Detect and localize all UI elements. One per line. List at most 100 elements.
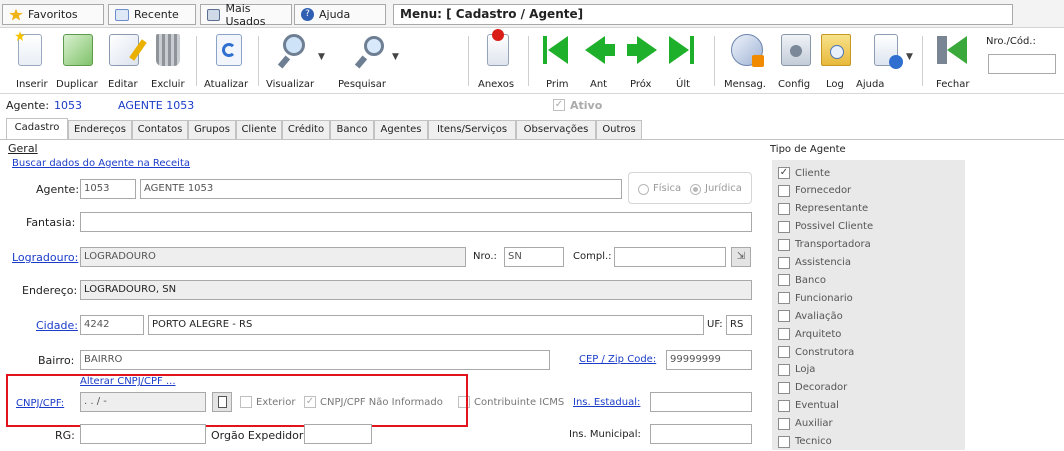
rg-input[interactable] [80,424,206,444]
orgao-expedidor-input[interactable] [304,424,372,444]
tab-favoritos[interactable]: Favoritos [2,4,104,25]
pesquisar-button[interactable]: ▼ Pesquisar [334,32,400,92]
tipo-agente-item[interactable]: Avaliação [778,307,843,325]
log-button[interactable]: Log [818,32,854,92]
agente-name-input[interactable]: AGENTE 1053 [140,179,622,199]
chevron-down-icon[interactable]: ▼ [906,52,913,62]
tipo-agente-item[interactable]: Tecnico [778,433,832,451]
tab-enderecos[interactable]: Endereços [68,120,132,139]
anexos-button[interactable]: Anexos [476,29,520,92]
ins-estadual-link[interactable]: Ins. Estadual: [573,397,640,408]
ativo-checkbox[interactable]: ✓ [553,99,565,111]
uf-input[interactable]: RS [726,315,752,335]
tipo-agente-label: Construtora [795,346,855,358]
tipo-agente-checkbox[interactable] [778,310,790,323]
bairro-input[interactable]: BAIRRO [80,350,550,370]
atualizar-button[interactable]: Atualizar [204,32,254,92]
fechar-label: Fechar [936,79,970,90]
ajuda-button[interactable]: ▼ Ajuda [856,32,916,92]
tipo-agente-checkbox[interactable] [778,202,790,215]
tab-ajuda[interactable]: ? Ajuda [294,4,386,25]
excluir-button[interactable]: Excluir [148,32,188,92]
cep-link[interactable]: CEP / Zip Code: [579,354,656,365]
buscar-receita-link[interactable]: Buscar dados do Agente na Receita [12,158,190,169]
duplicar-label: Duplicar [56,79,98,90]
logradouro-input[interactable]: LOGRADOURO [80,247,466,267]
tipo-agente-checkbox[interactable] [778,256,790,269]
tipo-agente-checkbox[interactable] [778,220,790,233]
ult-button[interactable]: Últ [666,32,702,92]
tab-recente[interactable]: Recente [108,4,196,25]
tipo-agente-item[interactable]: Arquiteto [778,325,841,343]
tipo-agente-item[interactable]: Auxiliar [778,415,833,433]
tipo-agente-checkbox[interactable] [778,417,790,430]
anexos-label: Anexos [478,79,515,90]
tipo-agente-item[interactable]: Loja [778,361,815,379]
nro-input[interactable]: SN [504,247,564,267]
cidade-link[interactable]: Cidade: [36,319,78,332]
tipo-agente-checkbox[interactable] [778,399,790,412]
tab-credito[interactable]: Crédito [282,120,330,139]
tipo-agente-checkbox[interactable] [778,184,790,197]
cidade-name-input[interactable]: PORTO ALEGRE - RS [148,315,704,335]
cep-input[interactable]: 99999999 [666,350,752,370]
cidade-code-input[interactable]: 4242 [80,315,144,335]
config-button[interactable]: Config [776,32,816,92]
fisica-radio[interactable] [638,184,649,195]
logradouro-link[interactable]: Logradouro: [12,251,78,264]
endereco-input[interactable]: LOGRADOURO, SN [80,280,752,300]
prim-button[interactable]: Prim [540,32,576,92]
tab-banco[interactable]: Banco [330,120,374,139]
tab-itens-servicos[interactable]: Itens/Serviços [428,120,516,139]
chevron-down-icon[interactable]: ▼ [318,52,325,62]
inserir-button[interactable]: Inserir [10,31,50,92]
tipo-agente-item[interactable]: Possivel Cliente [778,218,873,236]
tipo-agente-checkbox[interactable] [778,346,790,358]
compl-input[interactable] [614,247,726,267]
tipo-agente-item[interactable]: Transportadora [778,236,871,254]
prox-button[interactable]: Próx [624,32,660,92]
tipo-agente-item[interactable]: Construtora [778,343,854,361]
fechar-button[interactable]: Fechar [930,32,974,92]
tab-grupos[interactable]: Grupos [188,120,236,139]
tipo-agente-item[interactable]: Decorador [778,379,847,397]
pesquisar-label: Pesquisar [338,79,386,90]
menu-title: Menu: [ Cadastro / Agente] [393,4,1013,25]
ins-municipal-input[interactable] [650,424,752,444]
tipo-agente-checkbox[interactable]: ✓ [778,167,790,179]
ant-button[interactable]: Ant [582,32,618,92]
tab-outros[interactable]: Outros [596,120,642,139]
tipo-agente-list: ✓ Cliente Fornecedor Representante Possivel … [772,160,965,450]
tipo-agente-checkbox[interactable] [778,274,790,287]
tab-contatos[interactable]: Contatos [132,120,188,139]
editar-button[interactable]: Editar [104,32,147,92]
expand-address-icon[interactable]: ⇲ [731,247,751,267]
tab-observacoes[interactable]: Observações [516,120,596,139]
chevron-down-icon[interactable]: ▼ [392,52,399,62]
nro-cod-input[interactable] [988,54,1056,74]
duplicar-button[interactable]: Duplicar [54,32,102,92]
tipo-agente-checkbox[interactable] [778,381,790,394]
tipo-agente-item[interactable]: Eventual [778,397,839,415]
juridica-radio[interactable] [690,184,701,195]
tipo-agente-item[interactable]: Funcionario [778,289,853,307]
tipo-agente-checkbox[interactable] [778,435,790,448]
mensag-button[interactable]: Mensag. [722,32,772,92]
tipo-agente-checkbox[interactable] [778,363,790,376]
fantasia-input[interactable] [80,212,752,232]
tab-agentes[interactable]: Agentes [374,120,428,139]
tipo-agente-item[interactable]: ✓ Cliente [778,164,830,182]
tipo-agente-checkbox[interactable] [778,238,790,251]
ins-estadual-input[interactable] [650,392,752,412]
tab-cliente[interactable]: Cliente [236,120,282,139]
tipo-agente-item[interactable]: Banco [778,271,826,289]
tipo-agente-item[interactable]: Representante [778,200,868,218]
agente-code-input[interactable]: 1053 [80,179,136,199]
tipo-agente-checkbox[interactable] [778,328,790,341]
tab-cadastro[interactable]: Cadastro [6,118,68,140]
tipo-agente-item[interactable]: Fornecedor [778,182,851,200]
tipo-agente-checkbox[interactable] [778,292,790,305]
visualizar-button[interactable]: ▼ Visualizar [266,32,326,92]
tipo-agente-item[interactable]: Assistencia [778,254,851,272]
tab-mais-usados[interactable]: Mais Usados [200,2,292,28]
